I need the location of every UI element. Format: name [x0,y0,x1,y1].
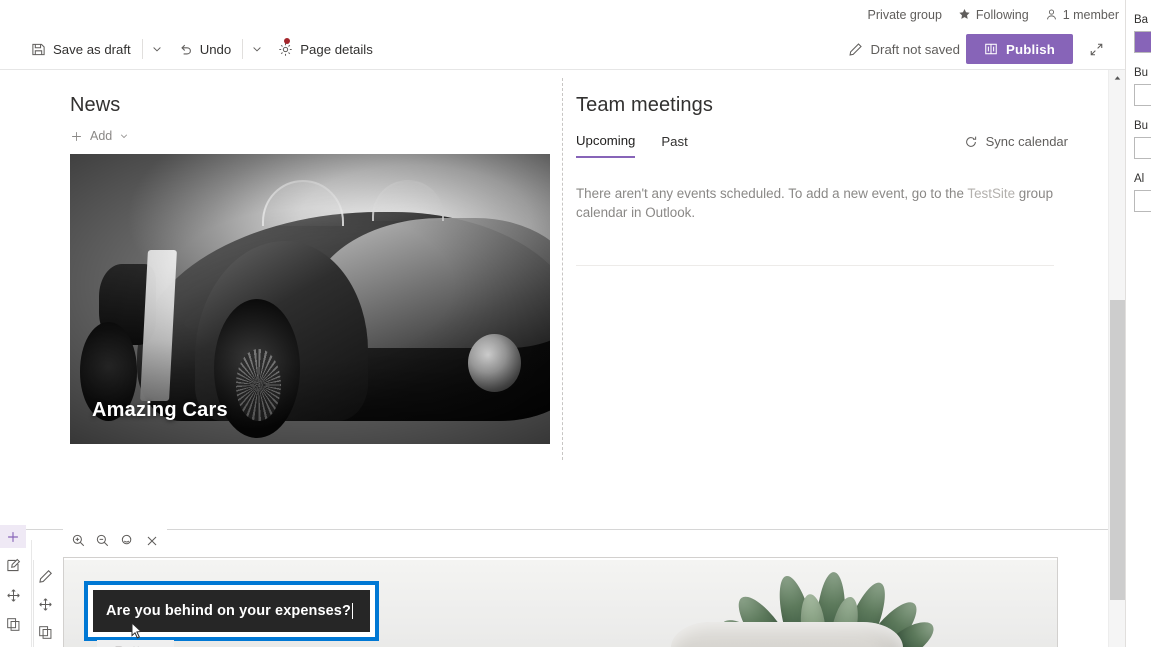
empty-message-part1: There aren't any events scheduled. To ad… [576,186,968,201]
testsite-link[interactable]: TestSite [967,186,1015,201]
button2-input[interactable] [1134,137,1151,159]
sharepoint-page-editor: Private group Following 1 member Save as… [0,0,1151,647]
edit-webpart-button[interactable] [34,564,58,588]
news-card[interactable]: Amazing Cars [70,154,550,444]
property-pane: Ba Bu Bu Al [1125,0,1151,647]
chevron-down-icon [119,131,129,141]
sync-calendar-label: Sync calendar [985,134,1068,149]
publish-button[interactable]: Publish [965,34,1073,64]
text-caret [351,603,353,619]
rail-divider [31,540,32,647]
divider [141,39,143,59]
privacy-indicator: Private group [868,8,942,22]
following-button[interactable]: Following [958,8,1029,22]
members-label: 1 member [1062,7,1119,22]
person-icon [1045,8,1058,21]
hero-heading-editor[interactable]: Are you behind on your expenses? [84,581,379,641]
plant-pot [671,622,903,647]
button1-label: Bu [1134,67,1149,79]
button1-input[interactable] [1134,84,1151,106]
button2-label: Bu [1134,120,1149,132]
add-webpart-button[interactable] [0,525,26,549]
sync-calendar-button[interactable]: Sync calendar [964,134,1068,157]
pencil-icon [848,42,863,57]
privacy-label: Private group [867,7,942,22]
site-meta-group: Private group Following 1 member [868,0,1119,29]
star-icon [958,8,971,21]
duplicate-section-button[interactable] [0,613,26,636]
section-tool-rail [0,525,26,647]
meetings-empty-message: There aren't any events scheduled. To ad… [576,184,1054,222]
publish-label: Publish [1005,41,1055,57]
meetings-divider [576,265,1054,266]
delete-section-button[interactable] [0,642,26,647]
following-label: Following [975,7,1029,22]
undo-label: Undo [199,41,232,57]
duplicate-webpart-button[interactable] [34,620,58,644]
page-details-button[interactable]: Page details [269,33,382,65]
two-column-section: News Add Amazing Cars Team meetings Upco… [0,70,1108,460]
members-button[interactable]: 1 member [1045,8,1119,22]
save-as-draft-button[interactable]: Save as draft [22,33,140,65]
save-icon [31,42,46,57]
draft-status: Draft not saved [848,42,966,57]
hero-heading-text: Are you behind on your expenses? [106,603,351,619]
news-webpart-title: News [70,94,121,116]
edit-section-button[interactable] [0,554,26,577]
command-bar-right: Draft not saved Publish [848,33,1125,65]
save-as-draft-label: Save as draft [53,41,131,57]
gear-icon [278,38,293,57]
undo-options-chevron[interactable] [245,33,269,65]
webpart-zoom-toolbar [63,529,167,552]
undo-button[interactable]: Undo [169,33,241,65]
background-label: Ba [1134,14,1149,26]
move-section-button[interactable] [0,583,26,606]
meetings-tabs: Upcoming Past Sync calendar [576,133,1068,158]
publish-book-icon [984,42,998,56]
site-header: Private group Following 1 member [0,0,1125,29]
meetings-webpart-title: Team meetings [576,94,713,116]
webpart-tool-rail [33,560,57,647]
page-canvas: News Add Amazing Cars Team meetings Upco… [0,70,1108,647]
zoom-in-icon[interactable] [67,530,89,552]
news-add-label: Add [90,129,113,143]
expand-fullscreen-button[interactable] [1079,33,1113,65]
zoom-fit-icon[interactable] [116,530,138,552]
alt-text-input[interactable] [1134,190,1151,212]
scrollbar-thumb[interactable] [1110,300,1125,600]
command-bar: Save as draft Undo Page details Draft no… [0,29,1125,70]
move-webpart-button[interactable] [34,592,58,616]
undo-icon [178,42,193,57]
mouse-cursor [131,621,143,645]
alt-text-label: Al [1134,173,1145,185]
page-details-label: Page details [300,41,373,57]
news-add-button[interactable]: Add [70,129,129,143]
background-color-swatch[interactable] [1134,31,1151,53]
zoom-out-icon[interactable] [92,530,114,552]
tab-upcoming[interactable]: Upcoming [576,133,636,158]
column-right: Team meetings Upcoming Past Sync calenda… [562,70,1108,460]
canvas-scrollbar[interactable] [1108,70,1125,647]
close-icon[interactable] [141,530,163,552]
divider [242,39,244,59]
plus-icon [70,130,83,143]
draft-status-label: Draft not saved [870,41,960,57]
tab-past[interactable]: Past [661,134,687,157]
news-card-caption: Amazing Cars [92,399,228,421]
scroll-up-arrow[interactable] [1109,70,1126,87]
column-divider [562,78,563,460]
command-bar-left: Save as draft Undo Page details [0,33,382,65]
column-left: News Add Amazing Cars [0,70,562,460]
save-options-chevron[interactable] [145,33,169,65]
refresh-icon [964,135,978,149]
